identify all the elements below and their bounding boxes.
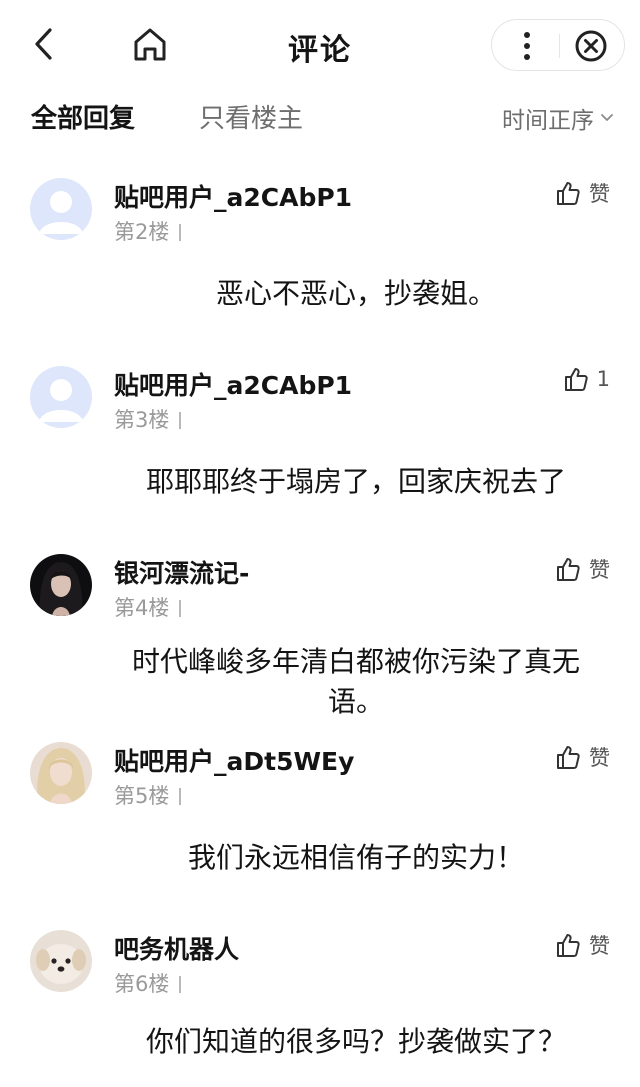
separator (179, 600, 182, 617)
username[interactable]: 银河漂流记- (114, 554, 249, 590)
like-label: 赞 (589, 182, 610, 206)
tab-op-only[interactable]: 只看楼主 (199, 98, 303, 135)
avatar[interactable] (30, 742, 92, 804)
separator (179, 412, 182, 429)
like-label: 赞 (589, 934, 610, 958)
floor-label: 第3楼 (114, 404, 182, 434)
floor-number: 第6楼 (114, 972, 170, 996)
username[interactable]: 吧务机器人 (114, 930, 239, 966)
avatar[interactable] (30, 366, 92, 428)
default-avatar-icon (30, 366, 92, 428)
like-button[interactable]: 1 (563, 366, 610, 392)
comment-text: 耶耶耶终于塌房了，回家庆祝去了 (145, 465, 566, 498)
thumbs-up-icon (557, 934, 580, 957)
comment-text: 你们知道的很多吗？抄袭做实了？ (145, 1025, 566, 1058)
tab-all-replies[interactable]: 全部回复 (31, 98, 135, 135)
thumbs-up-icon (557, 746, 580, 769)
more-button[interactable] (506, 26, 548, 66)
close-circle-icon (575, 30, 607, 62)
like-button[interactable]: 赞 (555, 178, 610, 208)
username[interactable]: 贴吧用户_a2CAbP1 (114, 178, 352, 214)
floor-label: 第5楼 (114, 780, 182, 810)
puppy-avatar (30, 930, 92, 992)
mini-program-capsule (491, 19, 625, 71)
avatar[interactable] (30, 930, 92, 992)
sort-dropdown[interactable]: 时间正序 (502, 101, 614, 135)
comment-text: 恶心不恶心，抄袭姐。 (215, 277, 496, 310)
username[interactable]: 贴吧用户_aDt5WEy (114, 742, 354, 778)
more-vertical-icon (524, 32, 530, 60)
like-label: 赞 (589, 558, 610, 582)
avatar[interactable] (30, 554, 92, 616)
floor-label: 第2楼 (114, 216, 182, 246)
comment-text: 时代峰峻多年清白都被你污染了真无语。 (131, 645, 580, 718)
floor-number: 第2楼 (114, 220, 170, 244)
like-button[interactable]: 赞 (555, 554, 610, 584)
separator (179, 976, 182, 993)
avatar[interactable] (30, 178, 92, 240)
chevron-down-icon (601, 114, 613, 121)
floor-label: 第6楼 (114, 968, 182, 998)
user-photo-avatar (30, 554, 92, 616)
close-button[interactable] (570, 26, 612, 66)
thumbs-up-icon (557, 558, 580, 581)
separator (179, 224, 182, 241)
top-bar: 评论 (0, 0, 640, 88)
like-button[interactable]: 赞 (555, 930, 610, 960)
like-label: 赞 (589, 746, 610, 770)
separator (179, 788, 182, 805)
default-avatar-icon (30, 178, 92, 240)
user-photo-avatar (30, 742, 92, 804)
floor-number: 第4楼 (114, 596, 170, 620)
thumbs-up-icon (557, 182, 580, 205)
comment-text: 我们永远相信侑子的实力！ (187, 841, 524, 874)
filter-bar: 全部回复 只看楼主 时间正序 (0, 88, 640, 144)
like-count: 1 (596, 367, 610, 391)
floor-label: 第4楼 (114, 592, 182, 622)
username[interactable]: 贴吧用户_a2CAbP1 (114, 366, 352, 402)
capsule-divider (559, 34, 560, 58)
thumbs-up-icon (564, 368, 588, 391)
floor-number: 第5楼 (114, 784, 170, 808)
floor-number: 第3楼 (114, 408, 170, 432)
sort-label: 时间正序 (502, 108, 594, 134)
like-button[interactable]: 赞 (555, 742, 610, 772)
